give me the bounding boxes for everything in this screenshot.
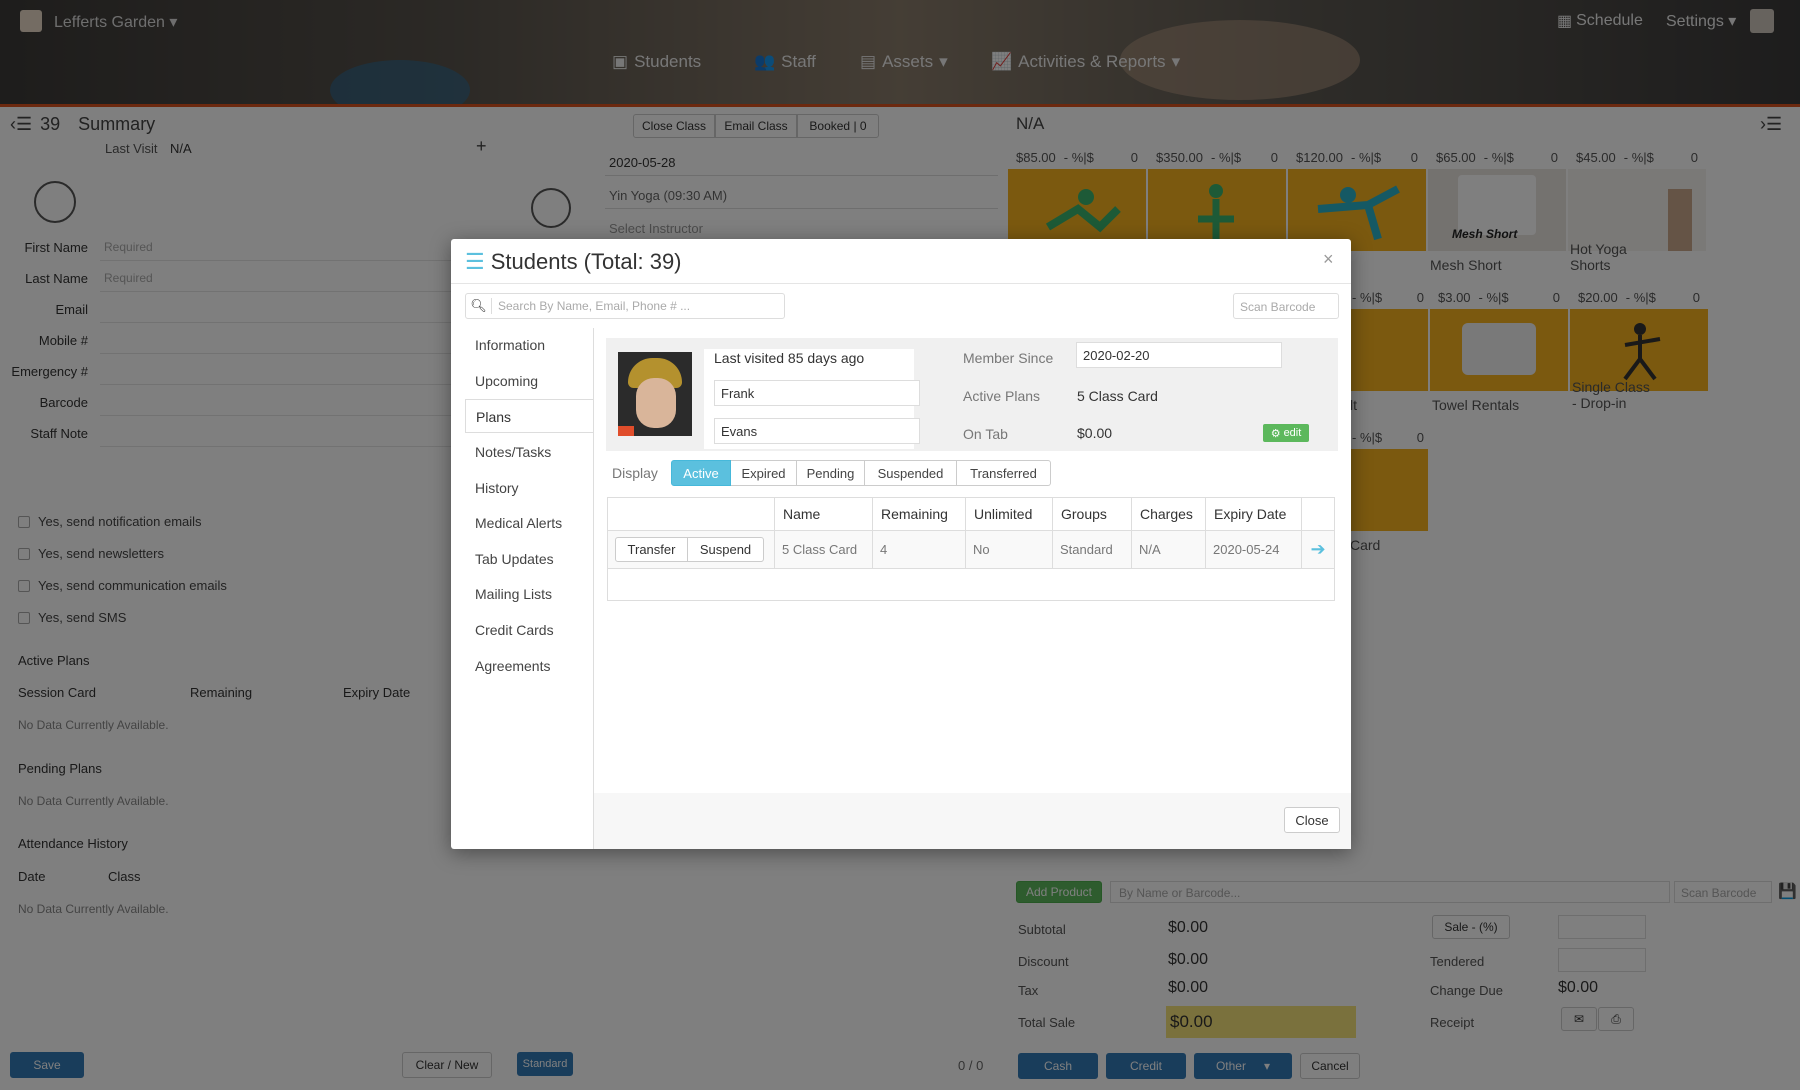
arrow-right-icon[interactable]: ➔ xyxy=(1302,531,1334,568)
tab-medical-alerts[interactable]: Medical Alerts xyxy=(465,506,593,540)
tab-credit-cards[interactable]: Credit Cards xyxy=(465,613,593,647)
student-photo xyxy=(618,352,692,436)
tab-agreements[interactable]: Agreements xyxy=(465,649,593,683)
list-icon: ☰ xyxy=(465,249,485,274)
th-groups: Groups xyxy=(1053,498,1132,530)
modal-search-input[interactable]: Search By Name, Email, Phone # ... xyxy=(492,299,690,313)
th-expiry-date: Expiry Date xyxy=(1206,498,1302,530)
transfer-button[interactable]: Transfer xyxy=(615,537,688,562)
table-row: Transfer Suspend 5 Class Card 4 No Stand… xyxy=(608,531,1334,569)
student-info-card: Last visited 85 days ago Frank Evans Mem… xyxy=(606,338,1338,451)
filter-active[interactable]: Active xyxy=(671,460,731,486)
cell-remaining: 4 xyxy=(873,531,966,568)
first-name-field[interactable]: Frank xyxy=(714,380,920,406)
display-label: Display xyxy=(612,465,658,481)
last-visited-text: Last visited 85 days ago xyxy=(714,350,865,366)
th-charges: Charges xyxy=(1132,498,1206,530)
tab-tab-updates[interactable]: Tab Updates xyxy=(465,542,593,576)
tab-information[interactable]: Information xyxy=(465,328,593,362)
filter-transferred[interactable]: Transferred xyxy=(957,460,1051,486)
modal-close-button[interactable]: Close xyxy=(1284,807,1340,833)
modal-scan-barcode[interactable]: Scan Barcode xyxy=(1233,293,1339,319)
active-plans-label: Active Plans xyxy=(963,388,1041,404)
table-header: Name Remaining Unlimited Groups Charges … xyxy=(608,498,1334,531)
last-name-field[interactable]: Evans xyxy=(714,418,920,444)
tab-history[interactable]: History xyxy=(465,471,593,505)
member-since-label: Member Since xyxy=(963,350,1054,366)
plan-filter-group: Active Expired Pending Suspended Transfe… xyxy=(671,460,1051,486)
filter-suspended[interactable]: Suspended xyxy=(865,460,957,486)
cell-expiry: 2020-05-24 xyxy=(1206,531,1302,568)
tab-plans[interactable]: Plans xyxy=(465,399,593,433)
students-modal: ☰ Students (Total: 39) × 🔍︎ Search By Na… xyxy=(451,239,1351,849)
cell-plan-name: 5 Class Card xyxy=(775,531,873,568)
th-unlimited: Unlimited xyxy=(966,498,1053,530)
edit-tab-button[interactable]: ⚙ edit xyxy=(1263,424,1309,442)
th-remaining: Remaining xyxy=(873,498,966,530)
gear-icon: ⚙ xyxy=(1270,427,1281,440)
plans-table: Name Remaining Unlimited Groups Charges … xyxy=(607,497,1335,601)
filter-pending[interactable]: Pending xyxy=(797,460,865,486)
cell-charges: N/A xyxy=(1132,531,1206,568)
tab-notes-tasks[interactable]: Notes/Tasks xyxy=(465,435,593,469)
filter-expired[interactable]: Expired xyxy=(731,460,797,486)
th-name: Name xyxy=(775,498,873,530)
cell-groups: Standard xyxy=(1053,531,1132,568)
tab-upcoming[interactable]: Upcoming xyxy=(465,364,593,398)
modal-search[interactable]: 🔍︎ Search By Name, Email, Phone # ... xyxy=(465,293,785,319)
on-tab-label: On Tab xyxy=(963,426,1008,442)
tab-mailing-lists[interactable]: Mailing Lists xyxy=(465,577,593,611)
suspend-button[interactable]: Suspend xyxy=(688,537,764,562)
close-x-icon[interactable]: × xyxy=(1323,249,1334,270)
modal-title: ☰ Students (Total: 39) xyxy=(465,249,682,274)
search-icon: 🔍︎ xyxy=(466,298,492,314)
modal-header: ☰ Students (Total: 39) × xyxy=(451,239,1351,284)
member-since-field[interactable]: 2020-02-20 xyxy=(1076,342,1282,368)
cell-unlimited: No xyxy=(966,531,1053,568)
active-plans-value: 5 Class Card xyxy=(1077,388,1158,404)
on-tab-value: $0.00 xyxy=(1077,425,1113,441)
